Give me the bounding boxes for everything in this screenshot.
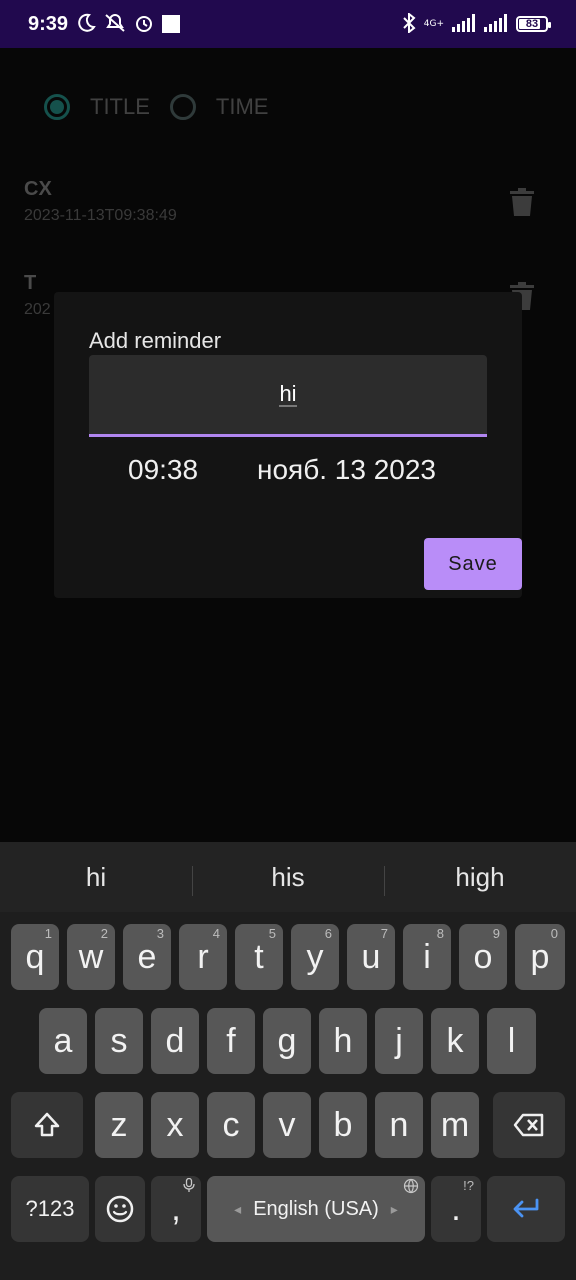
globe-icon	[403, 1178, 419, 1197]
key-l[interactable]: l	[487, 1008, 536, 1074]
period-key[interactable]: . !?	[431, 1176, 481, 1242]
key-hint: 0	[550, 926, 558, 941]
key-hint: 7	[380, 926, 388, 941]
vibrate-off-icon	[104, 13, 126, 36]
bluetooth-icon	[402, 11, 416, 36]
key-r[interactable]: r4	[179, 924, 227, 990]
space-key[interactable]: ◂ English (USA) ▸	[207, 1176, 425, 1242]
battery-level-text: 83	[525, 18, 539, 30]
key-hint: 1	[44, 926, 52, 941]
suggestion-2[interactable]: his	[192, 862, 384, 896]
enter-key[interactable]	[487, 1176, 565, 1242]
key-s[interactable]: s	[95, 1008, 143, 1074]
radio-time-label[interactable]: TIME	[216, 94, 269, 120]
date-picker[interactable]: нояб. 13 2023	[257, 454, 436, 486]
suggestion-3[interactable]: high	[384, 862, 576, 896]
key-y[interactable]: y6	[291, 924, 339, 990]
key-g[interactable]: g	[263, 1008, 311, 1074]
reminder-title: CX	[24, 178, 52, 200]
status-time: 9:39	[28, 12, 69, 35]
enter-icon	[513, 1198, 539, 1218]
key-h[interactable]: h	[319, 1008, 367, 1074]
reminder-title-input[interactable]: hi	[89, 355, 487, 437]
sort-options: TITLE TIME	[44, 94, 288, 120]
reminder-title-input-value[interactable]: hi	[279, 382, 297, 407]
reminder-date: 2023-11-13T09:38:49	[24, 207, 177, 224]
status-icons-left	[76, 13, 181, 36]
signal-icon-2	[484, 13, 508, 35]
key-hint: 4	[212, 926, 220, 941]
key-x[interactable]: x	[151, 1092, 199, 1158]
key-o[interactable]: o9	[459, 924, 507, 990]
save-button[interactable]: Save	[424, 538, 522, 590]
trash-icon[interactable]	[510, 188, 534, 216]
soft-keyboard: hi his high q1 w2 e3 r4 t5 y6 u7 i8 o9 p…	[0, 842, 576, 1280]
battery-icon: 83	[516, 16, 551, 32]
period-hint: !?	[463, 1178, 474, 1193]
radio-time[interactable]	[169, 94, 196, 120]
key-w[interactable]: w2	[67, 924, 115, 990]
key-t[interactable]: t5	[235, 924, 283, 990]
add-reminder-dialog: Add reminder hi 09:38 нояб. 13 2023 Save	[54, 292, 522, 598]
emoji-icon	[106, 1195, 134, 1223]
shift-key[interactable]	[11, 1092, 83, 1158]
notification-square-icon	[162, 15, 181, 33]
comma-key[interactable]: ,	[151, 1176, 201, 1242]
backspace-icon	[513, 1113, 544, 1137]
key-a[interactable]: a	[39, 1008, 87, 1074]
dialog-title: Add reminder	[89, 328, 222, 353]
key-q[interactable]: q1	[11, 924, 59, 990]
shift-icon	[34, 1112, 60, 1137]
key-b[interactable]: b	[319, 1092, 367, 1158]
suggestion-strip: hi his high	[0, 842, 576, 912]
key-hint: 9	[492, 926, 500, 941]
key-z[interactable]: z	[95, 1092, 143, 1158]
key-p[interactable]: p0	[515, 924, 565, 990]
key-hint: 5	[268, 926, 276, 941]
signal-icon-1	[452, 13, 476, 35]
alarm-icon	[134, 13, 154, 36]
right-arrow-icon: ▸	[390, 1200, 398, 1217]
key-n[interactable]: n	[375, 1092, 423, 1158]
left-arrow-icon: ◂	[234, 1200, 242, 1217]
key-hint: 3	[156, 926, 164, 941]
reminder-item[interactable]: CX 2023-11-13T09:38:49	[24, 178, 534, 225]
mic-icon	[183, 1177, 195, 1195]
key-u[interactable]: u7	[347, 924, 395, 990]
key-m[interactable]: m	[431, 1092, 479, 1158]
key-hint: 6	[324, 926, 332, 941]
key-e[interactable]: e3	[123, 924, 171, 990]
key-j[interactable]: j	[375, 1008, 423, 1074]
key-hint: 2	[100, 926, 108, 941]
radio-title[interactable]	[44, 94, 70, 120]
key-f[interactable]: f	[207, 1008, 255, 1074]
emoji-key[interactable]	[95, 1176, 145, 1242]
key-hint: 8	[436, 926, 444, 941]
status-icons-right: 4G+ 83	[402, 11, 551, 36]
key-i[interactable]: i8	[403, 924, 451, 990]
key-k[interactable]: k	[431, 1008, 479, 1074]
time-picker[interactable]: 09:38	[128, 454, 198, 486]
status-bar: 9:39 4G+ 83	[0, 0, 576, 48]
key-v[interactable]: v	[263, 1092, 311, 1158]
suggestion-1[interactable]: hi	[0, 862, 192, 893]
moon-icon	[76, 13, 96, 36]
symbols-key[interactable]: ?123	[11, 1176, 89, 1242]
backspace-key[interactable]	[493, 1092, 565, 1158]
key-d[interactable]: d	[151, 1008, 199, 1074]
network-type-label: 4G+	[423, 18, 444, 29]
radio-title-label[interactable]: TITLE	[90, 94, 150, 120]
key-c[interactable]: c	[207, 1092, 255, 1158]
